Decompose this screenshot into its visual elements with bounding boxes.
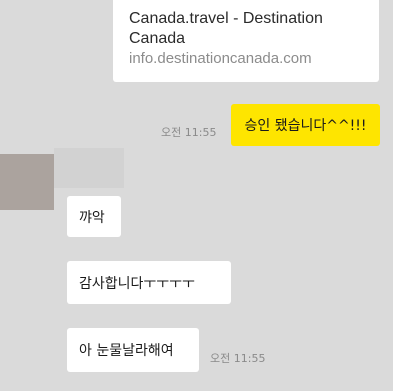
link-preview-card[interactable]: Canada.travel - Destination Canada info.… <box>113 0 379 82</box>
other-message-bubble[interactable]: 아 눈물날라해여 <box>67 328 199 372</box>
message-time: 오전 11:55 <box>210 352 266 365</box>
other-message-bubble[interactable]: 감사합니다ㅜㅜㅜㅜ <box>67 261 231 304</box>
my-message-bubble[interactable]: 승인 됐습니다^^!!! <box>231 104 380 146</box>
link-preview-title: Canada.travel - Destination Canada <box>129 10 323 47</box>
sender-name-blurred <box>54 148 124 188</box>
link-preview-url: info.destinationcanada.com <box>129 50 312 67</box>
other-message-bubble[interactable]: 꺄악 <box>67 196 121 237</box>
message-time: 오전 11:55 <box>161 126 217 139</box>
avatar[interactable] <box>0 154 54 210</box>
